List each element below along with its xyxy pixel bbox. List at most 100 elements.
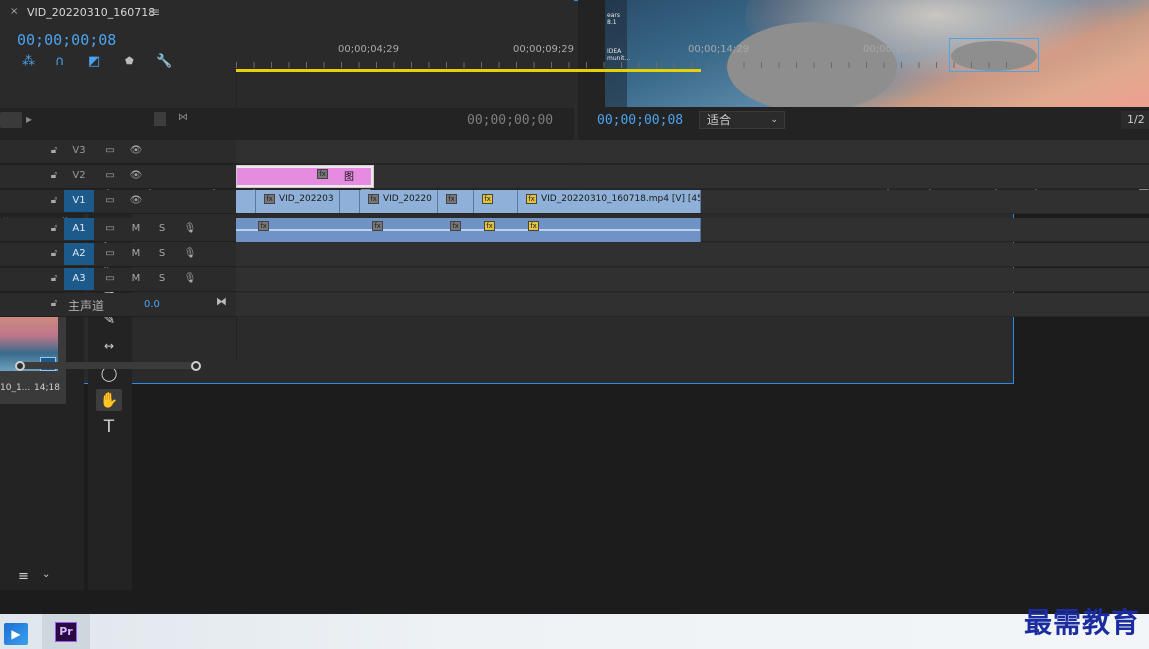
sequence-tab[interactable]: VID_20220310_160718 bbox=[27, 6, 155, 19]
ruler-ticks bbox=[236, 62, 1014, 68]
source-dropdown[interactable] bbox=[0, 112, 22, 128]
sync-lock-icon[interactable]: ▭ bbox=[100, 243, 120, 265]
track-header-master: 🔓︎ 主声道 0.0 ⧓ bbox=[0, 293, 236, 317]
solo-button[interactable]: S bbox=[152, 218, 172, 240]
track-header-a2: 🔓︎ A2 ▭ M S 🎙︎ bbox=[0, 243, 236, 267]
fx-icon: fx bbox=[484, 221, 495, 231]
lock-icon[interactable]: 🔓︎ bbox=[44, 293, 64, 315]
fx-icon: fx bbox=[372, 221, 383, 231]
track-lane-master[interactable] bbox=[236, 293, 1149, 317]
track-lane-a1[interactable]: fx fx fx fx fx bbox=[236, 218, 1149, 242]
taskbar-item-premiere[interactable]: Pr bbox=[42, 614, 90, 649]
source-timecode: 00;00;00;00 bbox=[467, 113, 554, 128]
track-header-a1: 🔓︎ A1 ▭ M S 🎙︎ bbox=[0, 218, 236, 242]
graphic-clip[interactable]: fx 图 bbox=[236, 165, 374, 188]
master-adjust-icon[interactable]: ⧓ bbox=[216, 295, 227, 308]
scroll-handle-right[interactable] bbox=[191, 361, 201, 371]
eye-icon[interactable]: 👁︎ bbox=[126, 190, 146, 212]
lock-icon[interactable]: 🔓︎ bbox=[44, 243, 64, 265]
fx-icon: fx bbox=[450, 221, 461, 231]
mute-button[interactable]: M bbox=[126, 268, 146, 290]
lock-icon[interactable]: 🔓︎ bbox=[44, 190, 64, 212]
lock-icon[interactable]: 🔓︎ bbox=[44, 268, 64, 290]
eye-icon[interactable]: 👁︎ bbox=[126, 165, 146, 187]
fx-icon: fx bbox=[258, 221, 269, 231]
track-label-v3[interactable]: V3 bbox=[64, 140, 94, 162]
work-area-bar[interactable] bbox=[236, 69, 701, 72]
clip-duration: 14;18 bbox=[34, 383, 60, 393]
track-lane-a3[interactable] bbox=[236, 268, 1149, 292]
microphone-icon[interactable]: 🎙︎ bbox=[180, 243, 200, 265]
track-label-v1[interactable]: V1 bbox=[64, 190, 94, 212]
track-label-a2[interactable]: A2 bbox=[64, 243, 94, 265]
sync-lock-icon[interactable]: ▭ bbox=[100, 190, 120, 212]
master-volume-value[interactable]: 0.0 bbox=[144, 299, 160, 310]
chevron-down-icon[interactable]: ⌄ bbox=[42, 569, 50, 580]
eye-icon[interactable]: 👁︎ bbox=[126, 140, 146, 162]
mute-button[interactable]: M bbox=[126, 218, 146, 240]
track-lane-v2[interactable]: fx 图 bbox=[236, 165, 1149, 189]
play-marker-icon[interactable]: ▸ bbox=[26, 112, 32, 126]
premiere-icon: Pr bbox=[55, 622, 77, 642]
track-header-a3: 🔓︎ A3 ▭ M S 🎙︎ bbox=[0, 268, 236, 292]
microphone-icon[interactable]: 🎙︎ bbox=[180, 268, 200, 290]
type-tool-icon[interactable]: T bbox=[96, 416, 122, 438]
timeline-timecode[interactable]: 00;00;00;08 bbox=[17, 31, 116, 49]
solo-button[interactable]: S bbox=[152, 243, 172, 265]
wrench-icon[interactable]: 🔧 bbox=[156, 54, 172, 69]
track-label-a3[interactable]: A3 bbox=[64, 268, 94, 290]
resolution-select[interactable]: 1/2 bbox=[1121, 111, 1149, 129]
lock-icon[interactable]: 🔓︎ bbox=[44, 218, 64, 240]
mute-button[interactable]: M bbox=[126, 243, 146, 265]
track-label-v2[interactable]: V2 bbox=[64, 165, 94, 187]
list-view-icon[interactable]: ≡ bbox=[18, 569, 29, 584]
track-lane-v3[interactable] bbox=[236, 140, 1149, 164]
snap-icon[interactable]: ∩ bbox=[55, 54, 65, 69]
video-clip[interactable]: fx bbox=[474, 190, 518, 213]
timeline-scrollbar[interactable] bbox=[16, 362, 196, 369]
audio-clip-group[interactable]: fx fx fx fx fx bbox=[236, 218, 701, 242]
track-header-v2: 🔓︎ V2 ▭ 👁︎ bbox=[0, 165, 236, 189]
ruler-label: 00;00;04;29 bbox=[338, 44, 400, 55]
video-clip[interactable]: fx VID_202203 bbox=[256, 190, 340, 213]
graphic-clip-glyph: 图 bbox=[344, 172, 354, 183]
scroll-handle-left[interactable] bbox=[15, 361, 25, 371]
ruler-label: 00;00;19;29 bbox=[863, 44, 925, 55]
lock-icon[interactable]: 🔓︎ bbox=[44, 165, 64, 187]
track-header-v1: 🔓︎ V1 ▭ 👁︎ bbox=[0, 190, 236, 214]
export-frame-icon[interactable] bbox=[154, 112, 166, 126]
video-clip[interactable]: fx bbox=[438, 190, 474, 213]
ruler-label: 00;00;09;29 bbox=[513, 44, 575, 55]
video-clip[interactable] bbox=[340, 190, 360, 213]
track-lane-v1[interactable]: fx VID_202203 fx VID_20220 fx fx fx VID_202… bbox=[236, 190, 1149, 214]
sync-lock-icon[interactable]: ▭ bbox=[100, 218, 120, 240]
close-tab-icon[interactable]: × bbox=[10, 6, 18, 17]
hand-tool-icon[interactable]: ✋ bbox=[96, 389, 122, 411]
sync-lock-icon[interactable]: ▭ bbox=[100, 140, 120, 162]
microphone-icon[interactable]: 🎙︎ bbox=[180, 218, 200, 240]
add-marker-icon[interactable]: ⬟ bbox=[125, 56, 134, 67]
fx-icon: fx bbox=[317, 169, 328, 179]
sync-lock-icon[interactable]: ▭ bbox=[100, 165, 120, 187]
solo-button[interactable]: S bbox=[152, 268, 172, 290]
slip-tool-icon[interactable]: ↔ bbox=[96, 335, 122, 357]
track-lane-a2[interactable] bbox=[236, 243, 1149, 267]
premiere-window: ▸ ⋈ 00;00;00;00 ⬟ { } |◂ ◂| ▶ |▸ ▸| ⊞ ⊟ … bbox=[0, 0, 1149, 649]
program-timecode: 00;00;00;08 bbox=[597, 113, 684, 128]
linked-selection-icon[interactable]: ◩ bbox=[88, 54, 100, 69]
watermark: 最需教育 bbox=[1024, 606, 1141, 639]
fit-select[interactable]: 适合 ⌄ bbox=[699, 111, 785, 129]
time-ruler[interactable]: 00;00;04;29 00;00;09;29 00;00;14;29 00;0… bbox=[236, 40, 1014, 72]
video-clip[interactable]: fx VID_20220310_160718.mp4 [V] [45. bbox=[518, 190, 701, 213]
track-label-a1[interactable]: A1 bbox=[64, 218, 94, 240]
clip-name: 10_1... bbox=[0, 383, 31, 393]
media-player-icon[interactable]: ▶ bbox=[4, 623, 28, 645]
lock-icon[interactable]: 🔓︎ bbox=[44, 140, 64, 162]
track-header-v3: 🔓︎ V3 ▭ 👁︎ bbox=[0, 140, 236, 164]
video-clip[interactable]: fx VID_20220 bbox=[360, 190, 438, 213]
sync-lock-icon[interactable]: ▭ bbox=[100, 268, 120, 290]
settings-icon[interactable]: ⋈ bbox=[178, 112, 188, 123]
video-clip[interactable] bbox=[236, 190, 256, 213]
nest-icon[interactable]: ⁂ bbox=[22, 54, 35, 69]
tab-menu-icon[interactable]: ≡ bbox=[150, 5, 160, 19]
